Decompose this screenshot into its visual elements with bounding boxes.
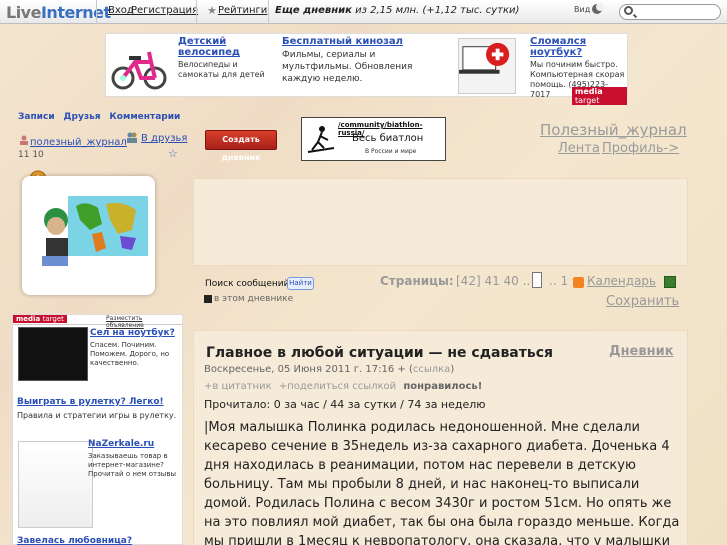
ratings-link[interactable]: Рейтинги (218, 5, 267, 16)
like-link[interactable]: понравилось! (403, 381, 482, 392)
journal-post: Главное в любой ситуации — не сдаваться … (193, 330, 688, 545)
ad-title[interactable]: NaZerkale.ru (88, 439, 182, 449)
ad-cinema[interactable]: Бесплатный кинозал Фильмы, сериалы и мул… (282, 36, 432, 100)
night-mode-icon[interactable] (592, 3, 604, 14)
save-link[interactable]: Сохранить (606, 294, 679, 309)
roulette-ad-text: Правила и стратегии игры в рулетку. (17, 411, 177, 420)
page-jump-input[interactable] (532, 272, 542, 288)
journal-header-area (193, 178, 688, 266)
read-counter: Прочитало: 0 за час / 44 за сутки / 74 з… (204, 398, 486, 411)
logo-part-internet: Internet (40, 3, 111, 22)
avatar[interactable] (22, 176, 155, 295)
ad-title[interactable]: Сел на ноутбук? (90, 328, 180, 338)
top-bar: LiveInternet Вход Регистрация ★ Рейтинги… (0, 0, 727, 24)
badge-target: target (575, 96, 600, 105)
view-label: Вид (574, 5, 591, 14)
ad-title[interactable]: Бесплатный кинозал (282, 36, 432, 47)
diary-link[interactable]: Дневник (609, 344, 674, 359)
biathlon-banner[interactable]: /community/biathlon-russia/ Весь биатлон… (301, 117, 446, 161)
create-diary-button[interactable]: Создать дневник (205, 130, 277, 162)
star-icon: ★ (207, 4, 217, 17)
ad-text: Заказываешь товар в интернет-магазине? П… (88, 452, 176, 478)
divider (268, 0, 269, 24)
place-ad-link[interactable]: Разместить объявление (106, 315, 182, 329)
page-last[interactable]: .. 1 (549, 274, 568, 288)
media-target-badge[interactable]: media target (572, 87, 627, 105)
divider (96, 0, 97, 24)
quote-link-label: в цитатник (212, 381, 272, 392)
post-actions: +в цитатник +поделиться ссылкой понравил… (204, 381, 486, 392)
biathlon-title: Весь биатлон (352, 133, 424, 144)
bicycle-image[interactable] (111, 40, 169, 92)
profile-link[interactable]: Профиль-> (602, 141, 679, 156)
nav-posts[interactable]: Записи (18, 112, 55, 122)
user-icon (20, 135, 28, 145)
page-numbers[interactable]: [42] 41 40 .. (456, 274, 530, 288)
add-friend-link[interactable]: В друзья (141, 133, 187, 144)
user-link[interactable]: полезный_журнал (30, 137, 127, 148)
divider (196, 0, 197, 24)
badge-media: media (16, 315, 41, 323)
badge-target: target (42, 315, 64, 323)
another-diary-link[interactable]: Еще дневник (275, 5, 352, 16)
post-title[interactable]: Главное в любой ситуации — не сдаваться (206, 345, 553, 361)
add-friend-icon (127, 132, 137, 143)
badge-media: media (575, 87, 603, 96)
search-icon[interactable] (624, 6, 633, 15)
post-body: |Моя малышка Полинка родилась недоношенн… (204, 420, 680, 545)
ad-title[interactable]: Детский велосипед (178, 36, 276, 58)
post-date-text: Воскресенье, 05 Июня 2011 г. 17:16 + (204, 364, 406, 375)
ad-text: Велосипеды и самокаты для детей (178, 60, 265, 79)
search-scope-label: в этом дневнике (214, 294, 294, 304)
nav-comments[interactable]: Комментарии (109, 112, 180, 122)
laptop-ad[interactable]: Сел на ноутбук? Спасем. Починим. Поможем… (90, 328, 180, 368)
search-input[interactable] (619, 4, 721, 20)
ad-text: Фильмы, сериалы и мультфильмы. Обновлени… (282, 50, 413, 84)
login-link[interactable]: Вход (108, 5, 134, 16)
nav-friends[interactable]: Друзья (64, 112, 101, 122)
journal-nav: Записи Друзья Комментарии (18, 112, 186, 122)
laptop-repair-image[interactable] (458, 38, 516, 94)
skier-icon (307, 126, 335, 153)
find-button[interactable]: Найти (287, 277, 314, 290)
feed-link[interactable]: Лента (558, 141, 600, 156)
roulette-ad-title[interactable]: Выиграть в рулетку? Легко! (17, 397, 164, 407)
media-target-badge[interactable]: media target (13, 315, 67, 323)
checkbox-icon[interactable] (204, 295, 212, 303)
journal-search-label: Поиск сообщений (205, 279, 290, 289)
post-permalink[interactable]: ссылка (413, 364, 450, 375)
calendar-link[interactable]: Календарь (587, 274, 656, 288)
journal-title[interactable]: Полезный_журнал (540, 121, 687, 139)
left-ad-column: media target Разместить объявление Сел н… (12, 314, 183, 545)
favorite-star-icon[interactable]: ☆ (168, 147, 178, 160)
liveinternet-logo[interactable]: LiveInternet (6, 3, 111, 22)
ad-title[interactable]: Сломался ноутбук? (530, 36, 626, 58)
nazerkale-ad[interactable]: NaZerkale.ru Заказываешь товар в интерне… (88, 439, 182, 479)
stats-text: из 2,15 млн. (+1,12 тыс. сутки) (355, 5, 520, 16)
rss-icon[interactable] (573, 277, 584, 288)
post-date: Воскресенье, 05 Июня 2011 г. 17:16 + (сс… (204, 364, 455, 375)
site-stats: Еще дневник из 2,15 млн. (+1,12 тыс. сут… (275, 5, 519, 16)
ad-text: Спасем. Починим. Поможем. Дорого, но кач… (90, 341, 170, 367)
quote-link[interactable]: +в цитатник (204, 381, 272, 392)
biathlon-subtitle: В России и мире (365, 148, 417, 155)
avatar-image (42, 196, 148, 266)
left-ad-header: media target Разместить объявление (13, 315, 182, 329)
calendar-icon[interactable] (664, 276, 676, 288)
ad-banner: Детский велосипед Велосипеды и самокаты … (105, 33, 628, 105)
journal-counts: 11 10 (18, 150, 44, 160)
pages-label: Страницы: (380, 274, 454, 288)
laptop-ad-image[interactable] (18, 327, 88, 381)
register-link[interactable]: Регистрация (131, 5, 198, 16)
ad-bicycle[interactable]: Детский велосипед Велосипеды и самокаты … (178, 36, 276, 100)
nazerkale-ad-image[interactable] (18, 441, 93, 528)
lover-ad-title[interactable]: Завелась любовница? (17, 536, 132, 545)
share-link[interactable]: +поделиться ссылкой (279, 381, 396, 392)
logo-part-live: Live (6, 3, 41, 22)
